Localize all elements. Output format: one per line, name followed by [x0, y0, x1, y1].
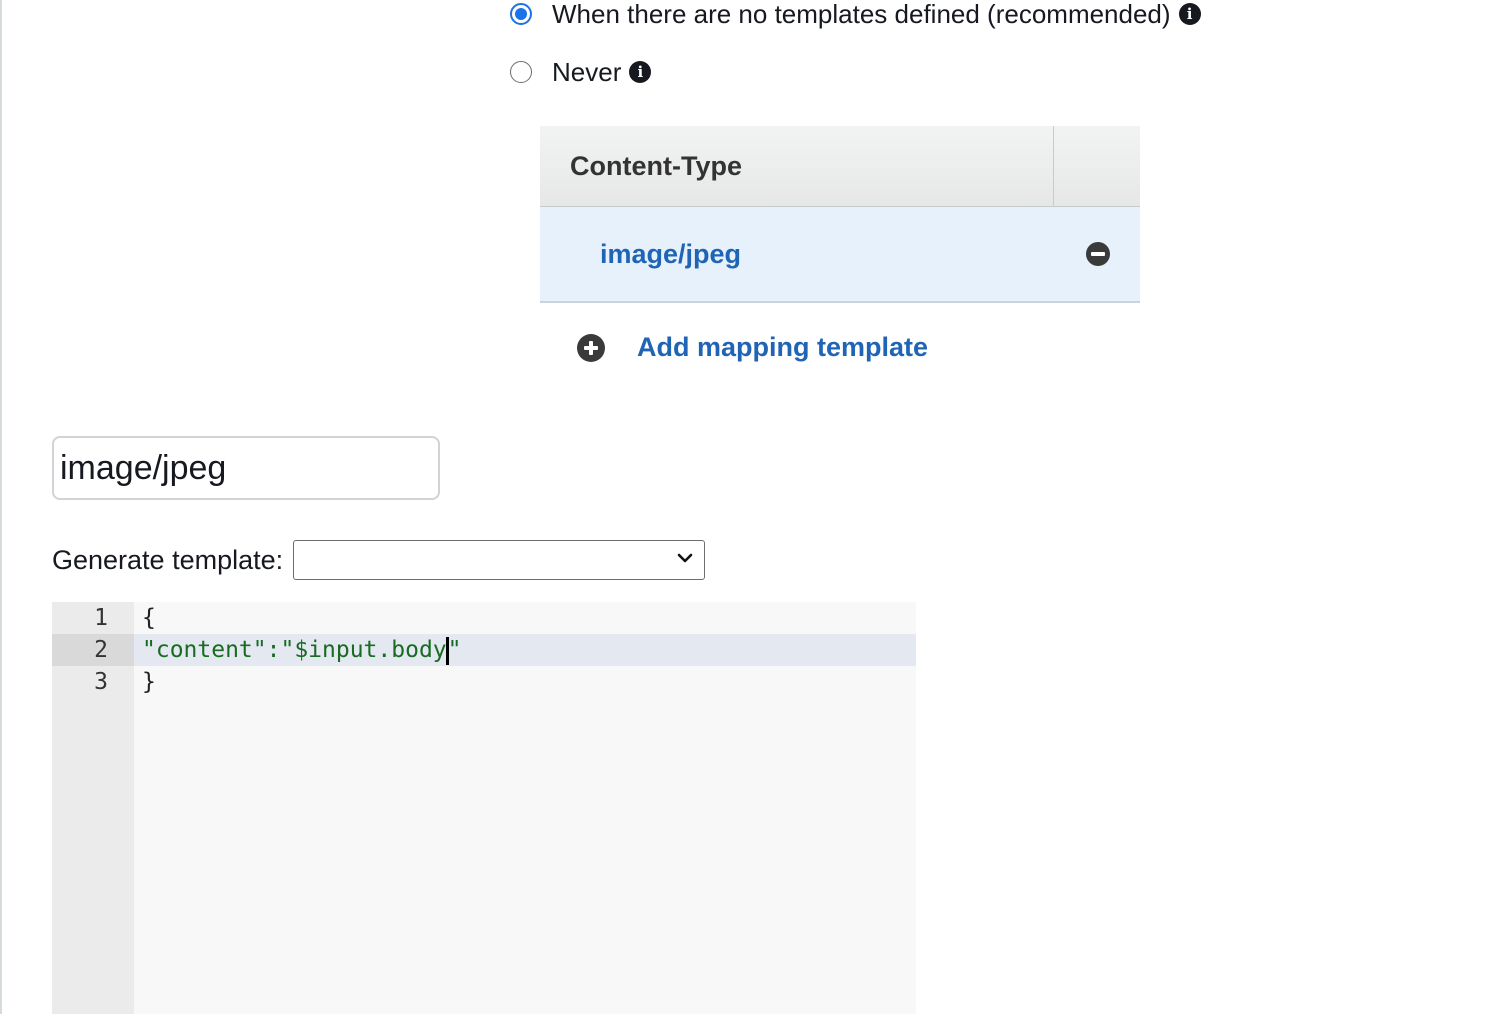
- add-mapping-template-button[interactable]: Add mapping template: [577, 332, 928, 363]
- code-string-before-cursor: "content":"$input.body: [142, 637, 447, 663]
- chevron-down-icon: [677, 553, 693, 563]
- content-type-link[interactable]: image/jpeg: [540, 239, 741, 270]
- radio-never[interactable]: [510, 61, 532, 83]
- code-string-after-cursor: ": [447, 637, 462, 663]
- template-code-editor[interactable]: 1 { 2 "content":"$input.body" 3 }: [52, 602, 916, 1014]
- info-icon[interactable]: i: [1178, 3, 1201, 25]
- editor-line-active[interactable]: 2 "content":"$input.body": [52, 634, 916, 666]
- content-type-input[interactable]: [52, 436, 440, 500]
- remove-circle-icon[interactable]: [1086, 242, 1110, 266]
- generate-template-label: Generate template:: [52, 544, 284, 575]
- code-text[interactable]: }: [142, 666, 156, 698]
- add-circle-icon[interactable]: [577, 333, 605, 362]
- code-text[interactable]: "content":"$input.body": [142, 634, 462, 666]
- line-number: 3: [94, 669, 108, 695]
- code-text[interactable]: {: [142, 602, 156, 634]
- mapping-templates-table: Content-Type image/jpeg: [540, 126, 1140, 303]
- radio-no-templates[interactable]: [510, 3, 532, 25]
- add-mapping-template-label[interactable]: Add mapping template: [637, 332, 928, 363]
- content-type-column-header: Content-Type: [540, 126, 1054, 206]
- table-row[interactable]: image/jpeg: [540, 207, 1140, 303]
- radio-label-never: Never: [552, 56, 622, 87]
- passthrough-option-no-templates[interactable]: When there are no templates defined (rec…: [510, 0, 1201, 30]
- left-border: [0, 0, 2, 1014]
- info-icon[interactable]: i: [629, 61, 652, 83]
- generate-template-row: Generate template:: [52, 540, 706, 580]
- editor-line[interactable]: 1 {: [52, 602, 916, 634]
- line-number: 2: [52, 634, 134, 666]
- editor-line[interactable]: 3 }: [52, 666, 916, 698]
- generate-template-select[interactable]: [293, 540, 706, 580]
- passthrough-option-never[interactable]: Never i: [510, 56, 652, 88]
- radio-label-no-templates: When there are no templates defined (rec…: [552, 0, 1171, 29]
- table-header: Content-Type: [540, 126, 1140, 207]
- line-number: 1: [94, 605, 108, 631]
